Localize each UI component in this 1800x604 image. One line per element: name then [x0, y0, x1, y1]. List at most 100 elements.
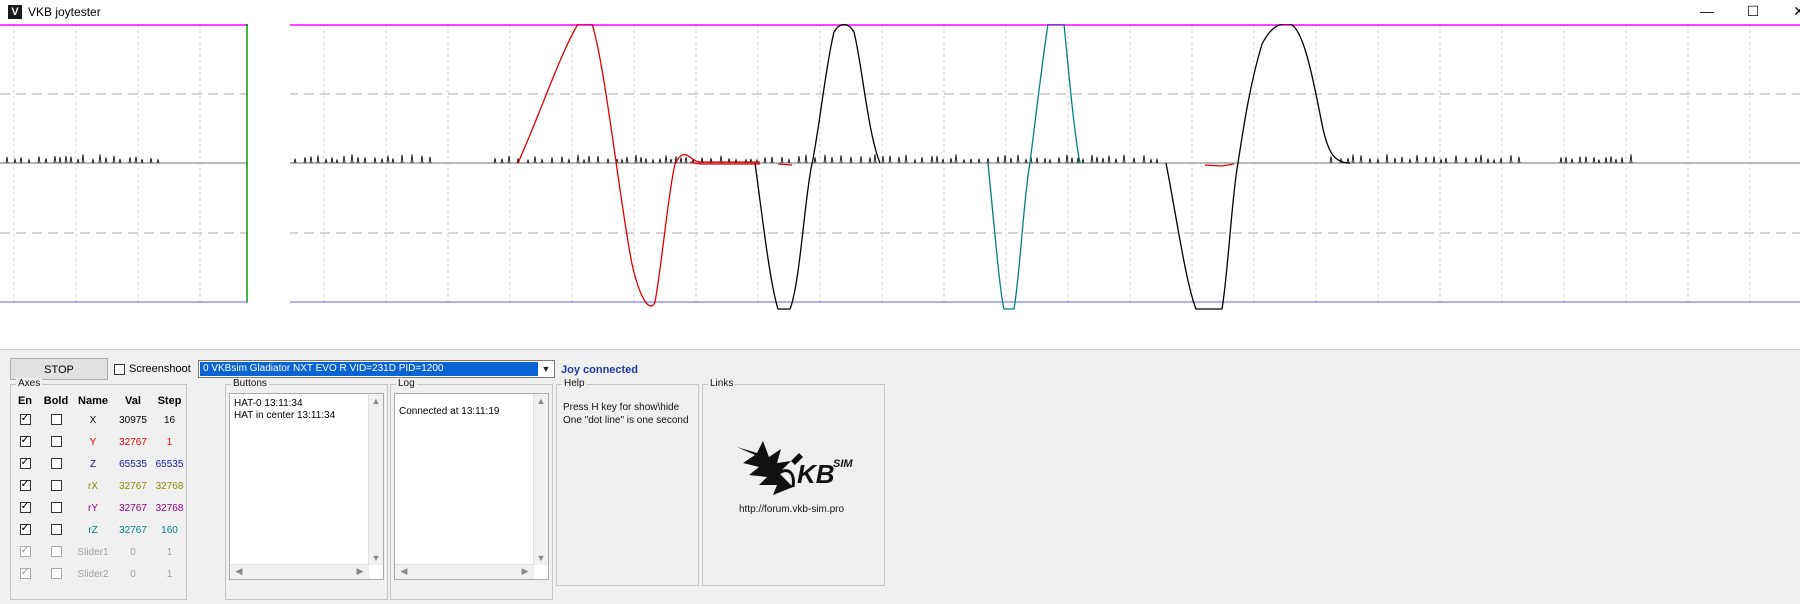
help-line-2: One "dot line" is one second [563, 415, 689, 426]
noise-spike [420, 155, 424, 164]
axis-bold-checkbox[interactable] [50, 502, 62, 514]
axis-name: rZ [88, 524, 98, 536]
noise-spike [813, 157, 817, 164]
log-horizontal-scrollbar[interactable]: ◀ ▶ [395, 564, 534, 579]
noise-spike [104, 157, 108, 164]
noise-spike [149, 157, 153, 164]
close-button[interactable]: ✕ [1776, 0, 1800, 24]
noise-spike [873, 154, 877, 164]
noise-spike [576, 154, 580, 164]
axis-row: Slider1 0 1 [11, 541, 186, 563]
noise-spike [1609, 156, 1613, 164]
noise-spike [639, 156, 643, 164]
axis-bold-checkbox[interactable] [50, 436, 62, 448]
axis-enable-checkbox[interactable] [19, 543, 31, 558]
scroll-down-icon[interactable]: ▼ [534, 553, 548, 563]
buttons-horizontal-scrollbar[interactable]: ◀ ▶ [230, 564, 369, 579]
noise-spike [1592, 156, 1596, 164]
logo-text: KB [797, 459, 835, 489]
noise-spike [128, 157, 132, 164]
noise-spike [780, 156, 784, 164]
noise-spike [69, 156, 73, 164]
screenshot-checkbox[interactable]: Screenshoot [114, 363, 191, 375]
scroll-up-icon[interactable]: ▲ [534, 396, 548, 406]
axis-bold-checkbox[interactable] [50, 414, 62, 426]
axis-bold-checkbox[interactable] [50, 480, 62, 492]
forum-link[interactable]: http://forum.vkb-sim.pro [739, 504, 844, 515]
close-icon: ✕ [1793, 3, 1800, 19]
noise-spike [868, 157, 872, 164]
axis-step: 16 [163, 414, 176, 426]
axis-value: 32767 [119, 436, 147, 448]
noise-spike [1009, 157, 1013, 164]
axis-enable-checkbox[interactable] [19, 411, 31, 426]
chevron-down-icon[interactable]: ▼ [539, 362, 553, 376]
noise-spike [1432, 156, 1436, 164]
noise-spike [1400, 156, 1404, 164]
buttons-vertical-scrollbar[interactable]: ▲ ▼ [368, 394, 383, 565]
device-select[interactable]: 0 VKBsim Gladiator NXT EVO R VID=231D PI… [198, 360, 555, 378]
noise-spike [679, 157, 683, 164]
axis-bold-checkbox[interactable] [50, 568, 62, 580]
axis-bold-checkbox[interactable] [50, 546, 62, 558]
axis-enable-checkbox[interactable] [19, 565, 31, 580]
noise-spike [363, 157, 367, 164]
noise-spike [1578, 156, 1582, 164]
list-item: HAT-0 13:11:34 [234, 398, 303, 409]
axes-group-title: Axes [16, 378, 43, 389]
control-panel: STOP Screenshoot 0 VKBsim Gladiator NXT … [0, 349, 1800, 604]
axis-row: rX 32767 32768 [11, 475, 186, 497]
log-group: Log Connected at 13:11:19 ▲ ▼ ◀ ▶ [390, 378, 553, 600]
scroll-right-icon[interactable]: ▶ [353, 566, 367, 577]
axis-enable-checkbox[interactable] [19, 477, 31, 492]
scroll-left-icon[interactable]: ◀ [232, 566, 246, 577]
scroll-down-icon[interactable]: ▼ [369, 553, 383, 563]
noise-spike [930, 155, 934, 164]
axis-value: 0 [130, 546, 136, 558]
noise-spike [37, 156, 41, 164]
trace-black-1 [754, 24, 881, 310]
scroll-left-icon[interactable]: ◀ [397, 566, 411, 577]
noise-spike [996, 156, 1000, 164]
noise-spike [587, 155, 591, 164]
buttons-list[interactable]: HAT-0 13:11:34 HAT in center 13:11:34 ▲ … [229, 393, 384, 580]
stop-button[interactable]: STOP [10, 358, 108, 380]
noise-spike [550, 157, 554, 164]
scroll-right-icon[interactable]: ▶ [518, 566, 532, 577]
axis-enable-checkbox[interactable] [19, 433, 31, 448]
buttons-group: Buttons HAT-0 13:11:34 HAT in center 13:… [225, 378, 388, 600]
minimize-button[interactable]: — [1684, 0, 1730, 24]
axis-row: rZ 32767 160 [11, 519, 186, 541]
vkbsim-logo[interactable]: KB SIM [733, 433, 863, 508]
axis-row: Y 32767 1 [11, 431, 186, 453]
axis-name: rX [88, 480, 98, 492]
maximize-button[interactable]: ☐ [1730, 0, 1776, 24]
axis-step: 1 [166, 436, 173, 448]
connection-status: Joy connected [561, 364, 639, 376]
screenshot-checkbox-box[interactable] [114, 363, 125, 375]
noise-spike [1359, 155, 1363, 164]
axis-enable-checkbox[interactable] [19, 499, 31, 514]
axis-bold-checkbox[interactable] [50, 524, 62, 536]
col-name: Name [78, 395, 108, 407]
noise-spike [770, 156, 774, 164]
scroll-up-icon[interactable]: ▲ [369, 396, 383, 406]
axis-name: X [89, 414, 97, 426]
noise-spike [533, 156, 537, 164]
noise-spike [830, 156, 834, 164]
noise-spike [1629, 154, 1633, 164]
noise-spike [112, 155, 116, 164]
axis-enable-checkbox[interactable] [19, 455, 31, 470]
log-list[interactable]: Connected at 13:11:19 ▲ ▼ ◀ ▶ [394, 393, 549, 580]
axis-step: 65535 [155, 458, 184, 470]
axis-enable-checkbox[interactable] [19, 521, 31, 536]
logo-sup-text: SIM [833, 458, 853, 470]
noise-spike [410, 154, 414, 164]
axis-bold-checkbox[interactable] [50, 458, 62, 470]
axis-value: 32767 [119, 502, 147, 514]
noise-spike [904, 154, 908, 164]
noise-spike [1444, 157, 1448, 164]
noise-spike [356, 157, 360, 164]
log-vertical-scrollbar[interactable]: ▲ ▼ [533, 394, 548, 565]
noise-spike [1620, 157, 1624, 164]
